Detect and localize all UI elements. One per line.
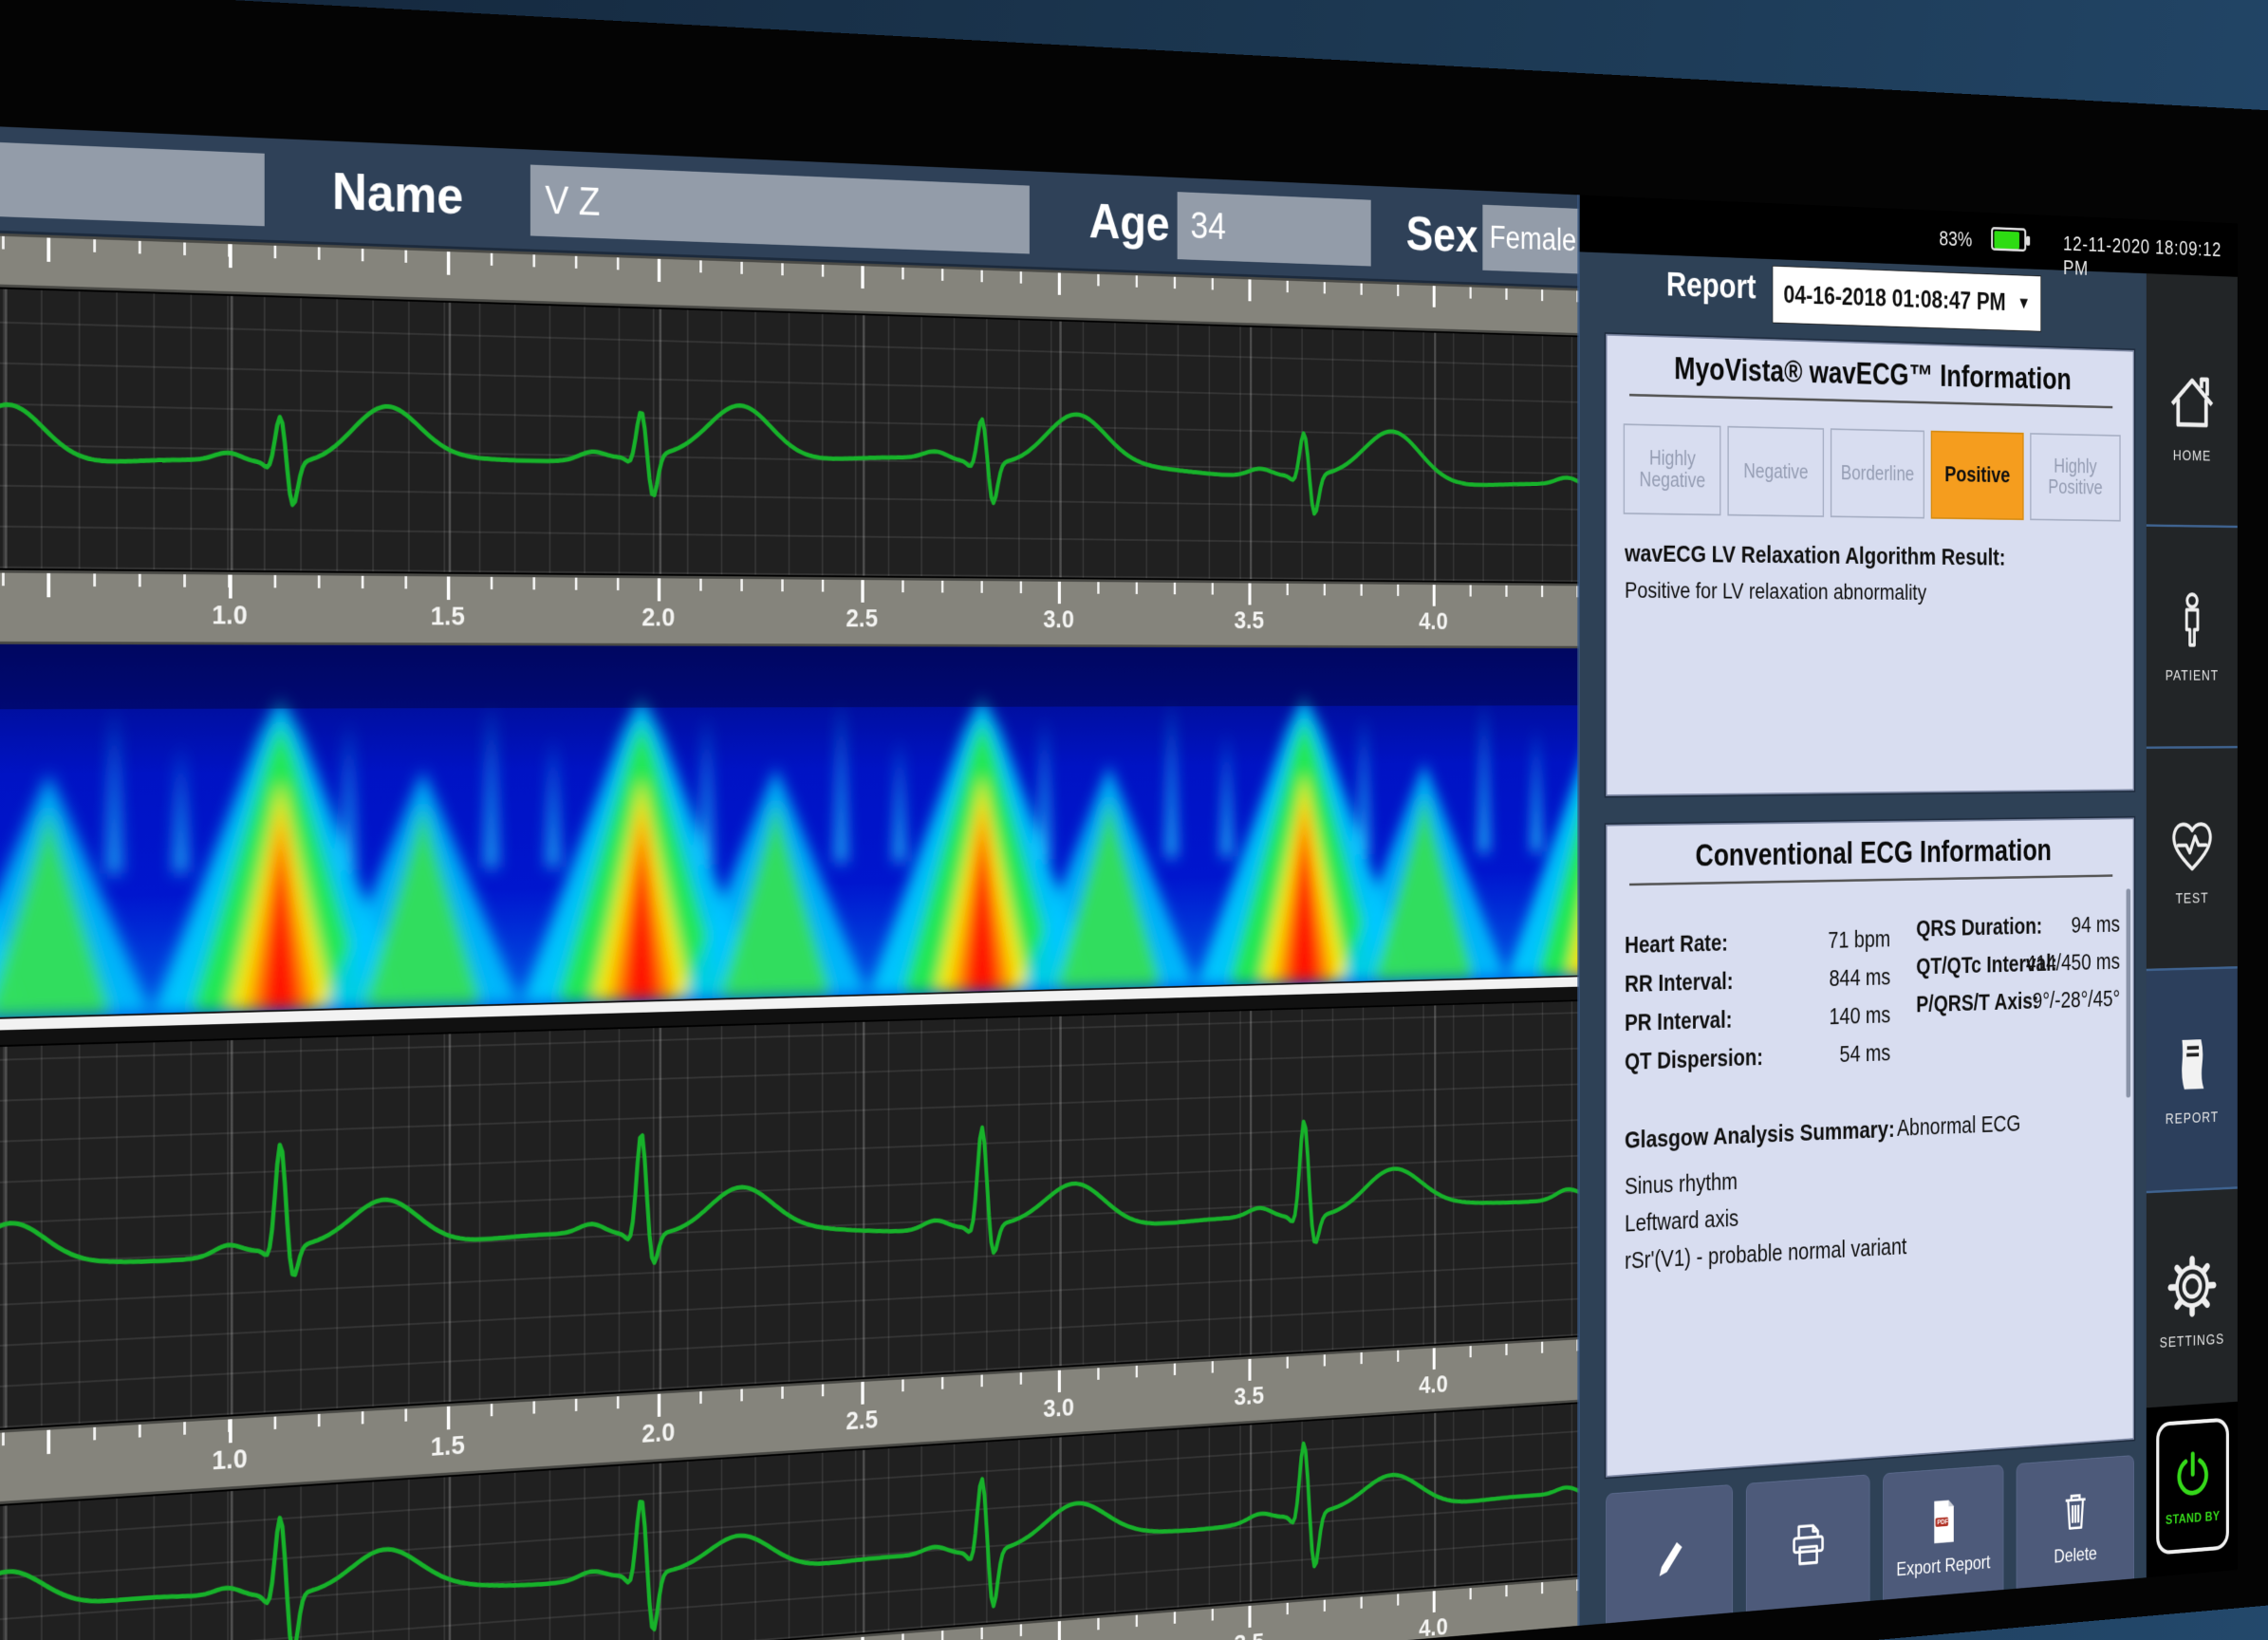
svg-text:PDF: PDF [1937,1518,1948,1526]
sidebar-item-label: SETTINGS [2160,1332,2224,1352]
measurement-value: 71 bpm [1787,926,1890,955]
measurement-value: 54 ms [1787,1040,1890,1070]
device-screen: Name V Z Age 34 Sex Female 83% 12-11-202… [0,117,2238,1640]
measurement-label: P/QRS/T Axis: [1916,989,2038,1018]
sidebar-item-patient[interactable]: PATIENT [2147,527,2238,749]
chevron-down-icon[interactable]: ▼ [2017,292,2030,313]
standby-label: STAND BY [2166,1508,2220,1528]
time-tick-label: 1.5 [431,602,465,632]
device-bezel: Name V Z Age 34 Sex Female 83% 12-11-202… [0,0,2268,1640]
classification-button-positive[interactable]: Positive [1931,431,2024,520]
power-icon [2170,1444,2215,1509]
time-tick-label: 3.0 [1043,606,1074,635]
wavecg-spectrogram [0,643,1579,1023]
classification-buttons-row: Highly NegativeNegativeBorderlinePositiv… [1624,423,2121,521]
time-tick-label: 2.0 [641,1418,675,1450]
time-tick-label: 2.5 [846,605,878,634]
sidebar-item-label: TEST [2176,890,2209,908]
scrollbar[interactable] [2127,888,2131,1097]
name-label: Name [332,160,463,226]
battery-percent: 83% [1939,226,1972,252]
export-report-label: Export Report [1896,1551,1990,1580]
measurement-label: Heart Rate: [1625,930,1728,960]
age-label: Age [1089,193,1170,252]
sidebar-item-test[interactable]: TEST [2147,748,2238,971]
battery-icon [1991,227,2026,252]
delete-label: Delete [2054,1542,2096,1568]
summary-line: Leftward axis [1625,1206,1738,1239]
measurement-label: QT Dispersion: [1625,1045,1763,1076]
nav-sidebar: HOME PATIENT TEST REPORT SETTINGS [2147,273,2238,1577]
pen-icon [1648,1529,1691,1588]
glasgow-summary-value: Abnormal ECG [1897,1111,2020,1143]
classification-button-highly-negative[interactable]: Highly Negative [1624,423,1721,515]
sidebar-item-home[interactable]: HOME [2147,305,2238,529]
classification-button-negative[interactable]: Negative [1728,426,1824,517]
time-tick-label: 3.5 [1234,1382,1264,1412]
sidebar-item-report[interactable]: REPORT [2147,969,2238,1194]
summary-line: Sinus rhythm [1625,1169,1738,1201]
extra-field[interactable] [0,131,265,226]
time-tick-label: 1.5 [431,1430,465,1463]
wavecg-info-card: MyoVista® wavECG™ Information Highly Neg… [1606,334,2134,796]
time-tick-label: 3.0 [1043,1393,1074,1425]
conventional-ecg-card: Conventional ECG Information Heart Rate:… [1606,818,2134,1478]
sign-button[interactable] [1606,1484,1733,1633]
heart-pulse-icon [2165,808,2221,883]
classification-button-borderline[interactable]: Borderline [1831,428,1924,518]
trash-icon [2055,1484,2095,1541]
measurement-label: PR Interval: [1625,1007,1732,1037]
sidebar-item-label: HOME [2173,448,2211,466]
time-tick-label: 2.0 [641,603,675,633]
ecg-trace-1 [0,282,1579,585]
time-tick-label: 1.0 [212,600,248,631]
algorithm-result-text: Positive for LV relaxation abnormality [1625,577,1926,605]
pdf-file-icon: PDF [1924,1495,1964,1553]
classification-button-highly-positive[interactable]: Highly Positive [2030,433,2121,521]
glasgow-summary-label: Glasgow Analysis Summary: [1625,1116,1895,1154]
time-tick-label: 1.0 [212,1444,248,1477]
measurement-value: 414/450 ms [2024,949,2120,978]
time-tick-label: 4.0 [1419,607,1448,636]
sex-label: Sex [1406,206,1478,264]
time-tick-label: 4.0 [1419,1370,1448,1400]
gear-icon [2165,1250,2221,1328]
home-icon [2165,365,2221,441]
photo-background: Name V Z Age 34 Sex Female 83% 12-11-202… [0,0,2268,1640]
name-input[interactable]: V Z [530,165,1030,254]
age-input[interactable]: 34 [1178,192,1371,266]
panel-divider [1577,195,1580,1626]
measurement-label: RR Interval: [1625,969,1734,998]
wavecg-card-title: MyoVista® wavECG™ Information [1608,350,2133,399]
ecg-display-area: 1.0 1.5 2.0 2.5 3.0 3.5 4.0 1.0 1.5 2.0 2.5 3.0 3.5… [0,225,1579,1640]
measurement-value: 94 ms [2024,912,2120,940]
measurement-value: 9°/-28°/45° [2024,986,2120,1015]
time-tick-label: 2.5 [846,1405,878,1436]
report-dropdown-value: 04-16-2018 01:08:47 PM [1783,280,2005,316]
time-tick-label: 3.5 [1234,1628,1264,1640]
sidebar-item-settings[interactable]: SETTINGS [2147,1189,2238,1416]
sidebar-item-label: REPORT [2166,1109,2219,1128]
summary-line: rSr'(V1) - probable normal variant [1625,1234,1906,1275]
report-icon [2166,1031,2219,1104]
report-label: Report [1666,265,1757,307]
measurement-value: 140 ms [1787,1002,1890,1032]
print-button[interactable] [1746,1474,1870,1621]
algorithm-result-heading: wavECG LV Relaxation Algorithm Result: [1625,540,2005,571]
sidebar-item-label: PATIENT [2166,668,2219,685]
standby-button[interactable]: STAND BY [2156,1417,2229,1555]
time-tick-label: 3.5 [1234,606,1264,635]
conventional-card-title: Conventional ECG Information [1608,833,2133,876]
measurement-value: 844 ms [1787,964,1890,994]
time-tick-label: 4.0 [1419,1612,1448,1640]
printer-icon [1785,1516,1831,1579]
delete-button[interactable]: Delete [2017,1455,2134,1598]
export-report-button[interactable]: PDF Export Report [1883,1464,2003,1610]
patient-icon [2166,588,2219,661]
report-dropdown[interactable]: 04-16-2018 01:08:47 PM ▼ [1773,266,2041,332]
